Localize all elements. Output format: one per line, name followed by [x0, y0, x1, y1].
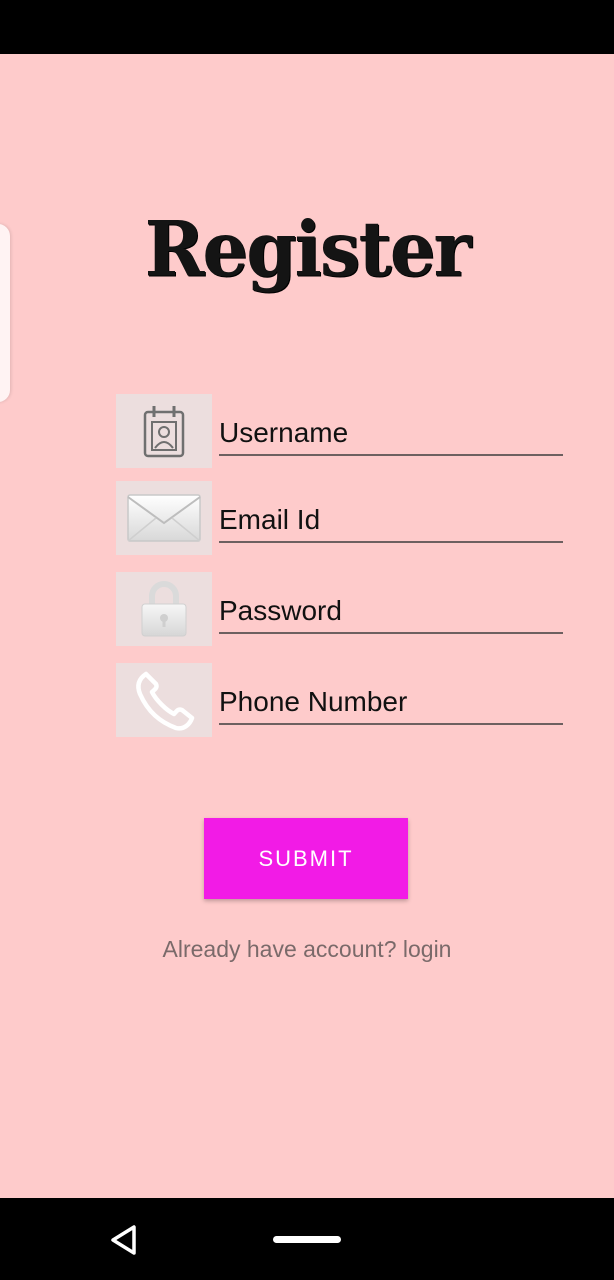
register-screen: Register Username Email Id Phone Number … [0, 54, 614, 1198]
password-field[interactable] [219, 590, 563, 634]
submit-button[interactable]: SUBMIT [204, 818, 408, 899]
username-field[interactable] [219, 412, 563, 456]
page-title: Register [144, 203, 472, 294]
phone-number-field[interactable] [219, 681, 563, 725]
phone-row [116, 663, 563, 737]
phone-icon [116, 663, 212, 737]
home-pill-icon[interactable] [273, 1236, 341, 1243]
lock-icon [116, 572, 212, 646]
envelope-icon [116, 481, 212, 555]
back-triangle-icon[interactable] [104, 1222, 144, 1258]
navigation-bar [0, 1198, 614, 1280]
email-row [116, 481, 563, 555]
username-row [116, 394, 563, 468]
email-field[interactable] [219, 499, 563, 543]
password-row [116, 572, 563, 646]
login-link[interactable]: Already have account? login [0, 936, 614, 963]
contact-card-icon [116, 394, 212, 468]
status-bar [0, 0, 614, 54]
